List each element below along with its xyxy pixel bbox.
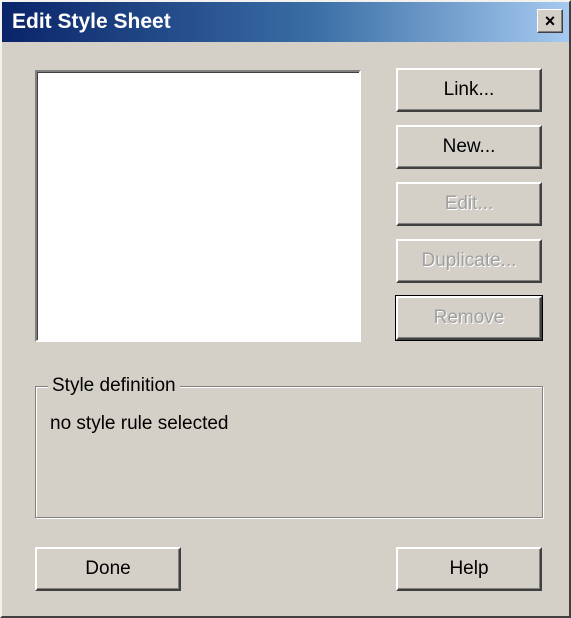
- title-bar[interactable]: Edit Style Sheet ×: [2, 2, 569, 42]
- duplicate-button[interactable]: Duplicate...: [396, 239, 542, 283]
- help-button[interactable]: Help: [396, 547, 542, 591]
- window-title: Edit Style Sheet: [12, 10, 171, 33]
- edit-button[interactable]: Edit...: [396, 182, 542, 226]
- close-button[interactable]: ×: [537, 9, 563, 33]
- style-definition-text: no style rule selected: [50, 413, 229, 434]
- link-button[interactable]: Link...: [396, 68, 542, 112]
- close-icon: ×: [544, 11, 556, 31]
- remove-button[interactable]: Remove: [395, 295, 543, 341]
- style-definition-label: Style definition: [48, 375, 180, 397]
- style-sheet-list[interactable]: [35, 70, 361, 342]
- done-button[interactable]: Done: [35, 547, 181, 591]
- style-definition-group: Style definition no style rule selected: [35, 375, 543, 518]
- edit-style-sheet-dialog: Edit Style Sheet × Link... New... Edit..…: [0, 0, 571, 618]
- new-button[interactable]: New...: [396, 125, 542, 169]
